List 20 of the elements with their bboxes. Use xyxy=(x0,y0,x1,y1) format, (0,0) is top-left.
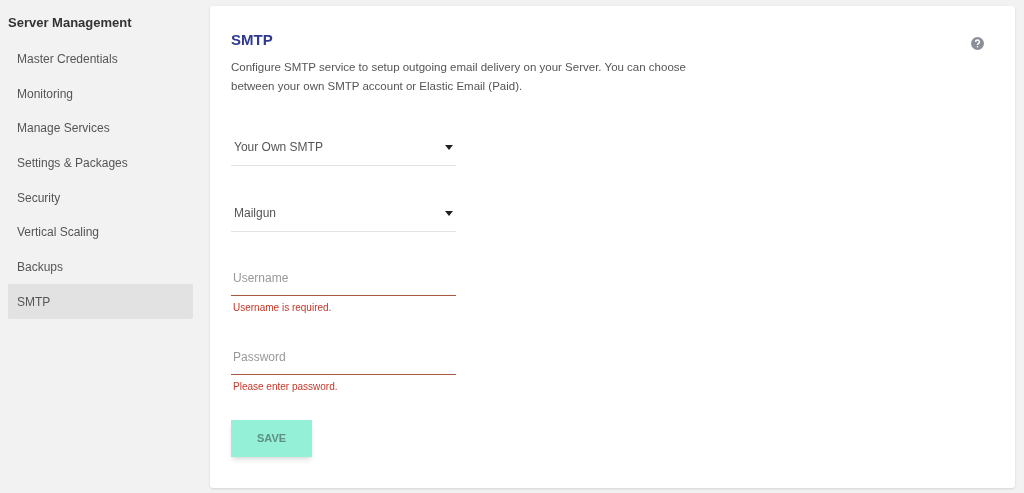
sidebar-item[interactable]: Vertical Scaling xyxy=(8,214,193,250)
select-field[interactable]: Your Own SMTP xyxy=(231,129,456,166)
sidebar-title: Server Management xyxy=(8,14,133,32)
panel-description: Configure SMTP service to setup outgoing email delivery on your Server. You can choose between your own SMTP account or Elastic Email (Paid). xyxy=(231,59,687,94)
error-message: Please enter password. xyxy=(233,379,339,394)
caret-icon xyxy=(445,210,453,216)
select-field[interactable]: Mailgun xyxy=(231,195,456,232)
input-field[interactable]: Username xyxy=(231,261,456,296)
sidebar-item[interactable]: Settings & Packages xyxy=(8,145,193,181)
caret-icon xyxy=(445,144,453,150)
sidebar-item[interactable]: Manage Services xyxy=(8,110,193,146)
input-field[interactable]: Password xyxy=(231,340,456,375)
sidebar-item[interactable]: SMTP xyxy=(8,284,193,319)
panel-title: SMTP xyxy=(231,30,273,50)
error-message: Username is required. xyxy=(233,300,333,315)
sidebar-item[interactable]: Master Credentials xyxy=(8,41,193,77)
sidebar-item[interactable]: Security xyxy=(8,180,193,215)
sidebar-item[interactable]: Backups xyxy=(8,249,193,285)
sidebar-item[interactable]: Monitoring xyxy=(8,76,193,111)
help-icon[interactable] xyxy=(971,37,984,50)
